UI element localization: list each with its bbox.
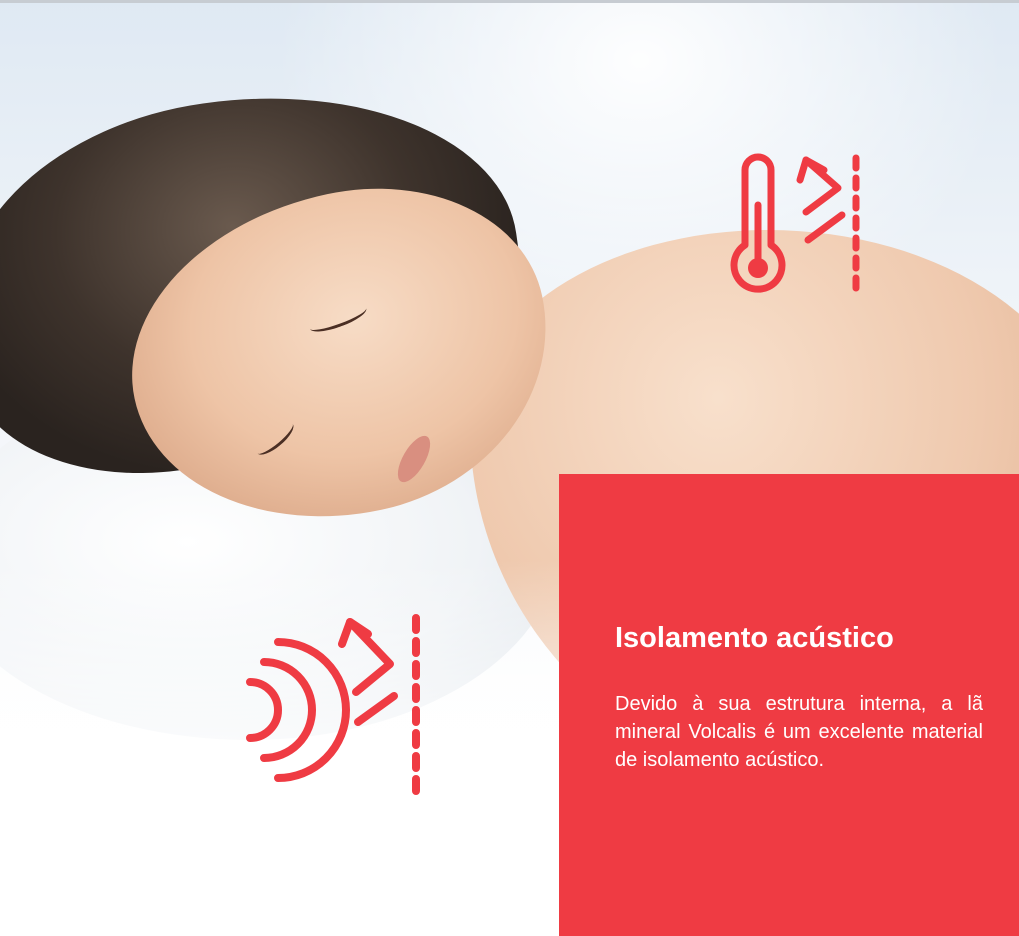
panel-description: Devido à sua estrutura interna, a lã min…: [615, 693, 983, 771]
panel-title: Isolamento acústico: [615, 622, 894, 654]
info-panel: Isolamento acústico Devido à sua estrutu…: [559, 474, 1019, 936]
thermometer-icon: [718, 150, 868, 315]
sound-wave-icon: [228, 610, 438, 805]
